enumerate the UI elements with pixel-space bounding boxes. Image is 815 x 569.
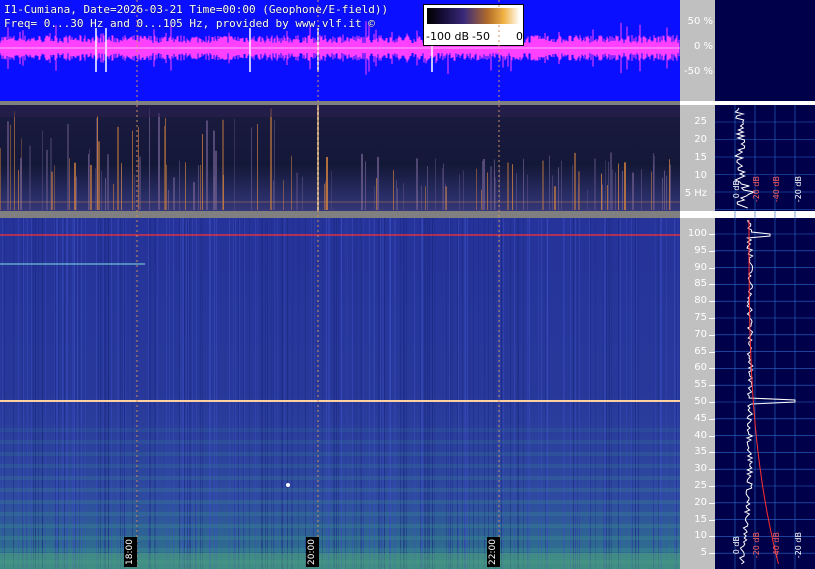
hf-tick-45: 45: [694, 412, 707, 424]
hf-tick-30: 30: [694, 463, 707, 475]
high-frequency-axis: 100 95 90 85 80 75 70 65 60 55 50 45 40 35 30 25 20 15 10 5: [680, 218, 715, 569]
lf-tick-5: 5 Hz: [684, 188, 707, 199]
lf-tick-25: 25: [694, 116, 707, 127]
hf-tick-95: 95: [694, 244, 707, 256]
hf-tick-40: 40: [694, 429, 707, 441]
time-label-18: 18:00: [124, 537, 137, 567]
time-label-20: 20:00: [306, 537, 319, 567]
time-label-22: 22:00: [487, 537, 500, 567]
lf-tick-10: 10: [694, 170, 707, 181]
vlf-spectrogram-viewer: I1-Cumiana, Date=2026-03-21 Time=00:00 (…: [0, 0, 815, 569]
hf-tick-75: 75: [694, 312, 707, 323]
waveform-tick-0: 0 %: [693, 41, 713, 52]
hf-tick-35: 35: [694, 446, 707, 458]
side-bottom-label-20db: -20 dB: [752, 532, 761, 559]
time-guides: [136, 0, 500, 569]
noise-floor-trace: [748, 220, 779, 565]
waveform-tick-neg50: -50 %: [683, 66, 713, 77]
spectrum-plot: [715, 101, 815, 569]
side-top-label-0db: 0 dB: [732, 180, 741, 199]
side-top-label-20db-b: -20 dB: [794, 176, 803, 203]
axis-divider-2: [680, 211, 715, 218]
hf-tick-10: 10: [694, 530, 707, 542]
hf-tick-55: 55: [694, 379, 707, 391]
side-bottom-label-0db: 0 dB: [732, 536, 741, 555]
hf-tick-85: 85: [694, 278, 707, 290]
hf-tick-20: 20: [694, 496, 707, 508]
hf-tick-25: 25: [694, 480, 707, 491]
spectrum-side-panel: 0 dB -20 dB -40 dB -20 dB 0 dB -20 dB -4…: [715, 0, 815, 569]
side-top-label-40db: -40 dB: [772, 176, 781, 203]
hf-tick-80: 80: [694, 295, 707, 307]
hf-tick-50: 50: [694, 396, 707, 407]
hf-tick-70: 70: [694, 328, 707, 340]
waveform-tick-50: 50 %: [687, 16, 713, 27]
lf-tick-20: 20: [694, 134, 707, 145]
side-bottom-label-20db-b: -20 dB: [794, 532, 803, 559]
hf-tick-65: 65: [694, 345, 707, 357]
hf-tick-15: 15: [694, 513, 707, 525]
side-top-label-20db: -20 dB: [752, 176, 761, 203]
side-bottom-label-40db: -40 dB: [772, 532, 781, 559]
hf-tick-60: 60: [694, 362, 707, 374]
low-frequency-axis: 25 20 15 10 5 Hz: [680, 105, 715, 211]
hf-tick-90: 90: [694, 261, 707, 273]
lf-tick-15: 15: [694, 152, 707, 163]
waveform-axis: 50 % 0 % -50 %: [680, 0, 715, 101]
hf-tick-100: 100: [687, 228, 707, 239]
hf-tick-5: 5: [700, 547, 707, 559]
